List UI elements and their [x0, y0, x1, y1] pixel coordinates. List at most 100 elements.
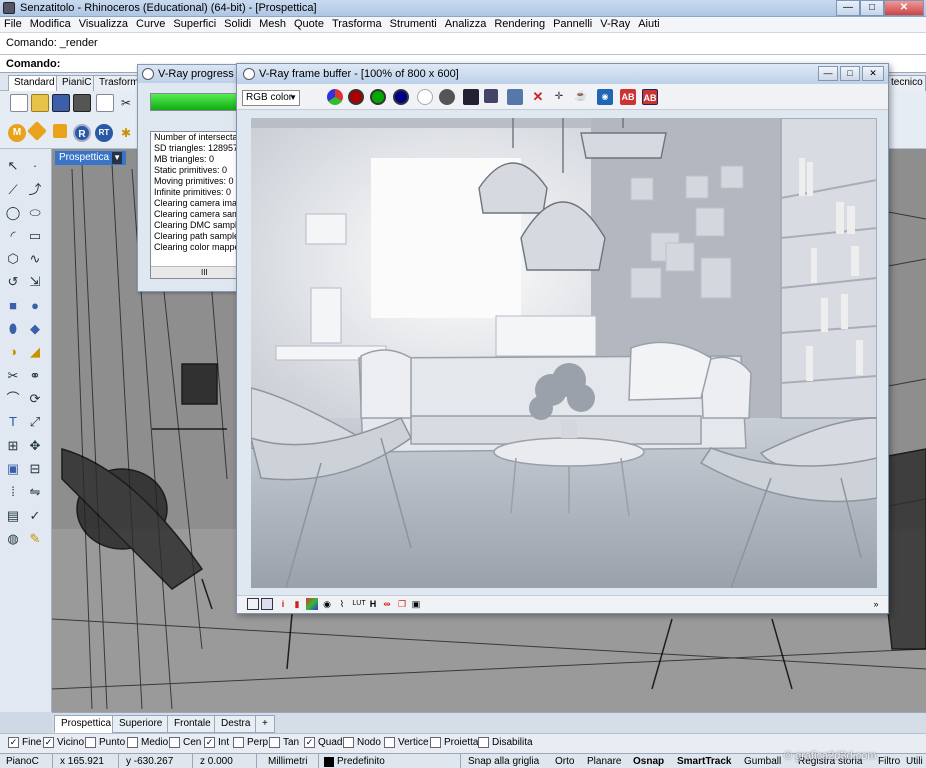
osnap-disabilita-checkbox[interactable]	[478, 737, 489, 748]
status-ortho[interactable]: Orto	[555, 755, 574, 768]
menu-analizza[interactable]: Analizza	[441, 17, 491, 30]
lens-effects-icon[interactable]: ⇹	[381, 598, 393, 610]
osnap-quad-checkbox[interactable]: ✓	[304, 737, 315, 748]
clear-image-icon[interactable]: ✕	[530, 89, 546, 105]
save-image-icon[interactable]	[463, 89, 479, 105]
ellipse-icon[interactable]: ⬭	[26, 204, 44, 222]
add-viewport-tab[interactable]: +	[255, 715, 275, 733]
trim-icon[interactable]: ⌒	[4, 390, 22, 408]
osnap-proietta[interactable]: Proietta	[430, 737, 478, 748]
osnap-punto-checkbox[interactable]	[85, 737, 96, 748]
log-horizontal-scrollbar[interactable]: III	[151, 266, 247, 278]
mono-channel-icon[interactable]	[439, 89, 455, 105]
exposure-icon[interactable]: ◉	[321, 598, 333, 610]
dimension-icon[interactable]: ⊟	[26, 460, 44, 478]
curves-icon[interactable]: ⌇	[336, 598, 348, 610]
osnap-cen-checkbox[interactable]	[169, 737, 180, 748]
osnap-vertice[interactable]: Vertice	[384, 737, 429, 748]
osnap-medio[interactable]: Medio	[127, 737, 168, 748]
freeform-icon[interactable]: ∿	[26, 250, 44, 268]
split-icon[interactable]: ✂	[4, 367, 22, 385]
cut-icon[interactable]: ✂	[117, 94, 135, 112]
tab-superiore[interactable]: Superiore	[112, 715, 170, 733]
osnap-nodo[interactable]: Nodo	[343, 737, 381, 748]
vray-progress-window[interactable]: V-Ray progress wi Number of intersectab …	[137, 64, 249, 292]
osnap-fine[interactable]: ✓ Fine	[8, 737, 41, 748]
menu-pannelli[interactable]: Pannelli	[549, 17, 596, 30]
green-channel-icon[interactable]	[370, 89, 386, 105]
ocio-icon[interactable]: ▣	[410, 598, 422, 610]
minimize-button[interactable]: —	[836, 0, 860, 16]
rotate-icon[interactable]: ⟳	[26, 390, 44, 408]
status-grid-snap[interactable]: Snap alla griglia	[468, 755, 539, 768]
osnap-perp[interactable]: Perp	[233, 737, 268, 748]
osnap-punto[interactable]: Punto	[85, 737, 125, 748]
status-units[interactable]: Millimetri	[268, 755, 307, 768]
status-plane[interactable]: PianoC	[6, 755, 39, 768]
print-icon[interactable]	[73, 94, 91, 112]
lut-icon[interactable]: LUT	[350, 598, 368, 610]
menu-quote[interactable]: Quote	[290, 17, 328, 30]
render-region-icon[interactable]: ◉	[597, 89, 613, 105]
mirror-icon[interactable]: ⇋	[26, 483, 44, 501]
osnap-proietta-checkbox[interactable]	[430, 737, 441, 748]
osnap-vicino[interactable]: ✓ Vicino	[43, 737, 84, 748]
vray-options-icon[interactable]	[27, 121, 47, 141]
new-file-icon[interactable]	[10, 94, 28, 112]
levels-icon[interactable]: ▮	[291, 598, 303, 610]
progress-log[interactable]: Number of intersectab SD triangles: 1289…	[150, 131, 248, 279]
compare-ab-icon[interactable]: AB	[620, 89, 636, 105]
vray-frame-buffer-window[interactable]: V-Ray frame buffer - [100% of 800 x 600]…	[236, 63, 889, 614]
extrude-icon[interactable]: ◢	[26, 343, 44, 361]
red-channel-icon[interactable]	[348, 89, 364, 105]
cube-icon[interactable]: ▣	[4, 460, 22, 478]
osnap-fine-checkbox[interactable]: ✓	[8, 737, 19, 748]
osnap-vicino-checkbox[interactable]: ✓	[43, 737, 54, 748]
info-icon[interactable]: i	[277, 598, 289, 610]
status-last[interactable]: Utili	[906, 755, 923, 768]
tab-prospettica[interactable]: Prospettica	[54, 715, 119, 733]
fillet-icon[interactable]: ↺	[4, 273, 22, 291]
render-preview-icon[interactable]: ◍	[4, 530, 22, 548]
rhino-app-icon[interactable]	[3, 2, 15, 14]
polygon-icon[interactable]: ⬡	[4, 250, 22, 268]
osnap-cen[interactable]: Cen	[169, 737, 201, 748]
tab-tecnico[interactable]: tecnico	[885, 75, 926, 91]
frame-buffer-title-bar[interactable]: V-Ray frame buffer - [100% of 800 x 600]…	[237, 64, 888, 84]
compare-ab-vertical-icon[interactable]: AB	[642, 89, 658, 105]
offset-icon[interactable]: ⇲	[26, 273, 44, 291]
osnap-vertice-checkbox[interactable]	[384, 737, 395, 748]
osnap-int[interactable]: ✓ Int	[204, 737, 229, 748]
menu-curve[interactable]: Curve	[132, 17, 169, 30]
status-filter[interactable]: Filtro	[878, 755, 900, 768]
menu-mesh[interactable]: Mesh	[255, 17, 290, 30]
status-layer[interactable]: Predefinito	[337, 755, 385, 768]
boolean-icon[interactable]: ◑	[4, 343, 22, 361]
join-icon[interactable]: ⚭	[26, 367, 44, 385]
show-toolbar-icon[interactable]	[247, 598, 259, 610]
menu-visualizza[interactable]: Visualizza	[75, 17, 132, 30]
osnap-perp-checkbox[interactable]	[233, 737, 244, 748]
point-icon[interactable]: ·	[26, 157, 44, 175]
show-panel-icon[interactable]	[261, 598, 273, 610]
curve-icon[interactable]: ⤴	[26, 181, 44, 199]
track-mouse-icon[interactable]: ✛	[551, 89, 567, 105]
osnap-nodo-checkbox[interactable]	[343, 737, 354, 748]
menu-superfici[interactable]: Superfici	[169, 17, 220, 30]
histogram-icon[interactable]: H	[367, 598, 379, 610]
tab-frontale[interactable]: Frontale	[167, 715, 218, 733]
status-gumball[interactable]: Gumball	[744, 755, 781, 768]
vray-fb-icon[interactable]: ✱	[117, 124, 135, 142]
status-planar[interactable]: Planare	[587, 755, 621, 768]
tab-destra[interactable]: Destra	[214, 715, 258, 733]
circle-icon[interactable]: ◯	[4, 204, 22, 222]
menu-file[interactable]: File	[0, 17, 26, 30]
vray-material-icon[interactable]: M	[8, 124, 26, 142]
arc-icon[interactable]: ◜	[4, 227, 22, 245]
vray-light-icon[interactable]	[53, 124, 67, 138]
status-osnap[interactable]: Osnap	[633, 755, 664, 768]
fb-minimize-button[interactable]: —	[818, 66, 838, 81]
menu-vray[interactable]: V-Ray	[596, 17, 634, 30]
close-button[interactable]: ✕	[884, 0, 924, 16]
osnap-tan[interactable]: Tan	[269, 737, 299, 748]
